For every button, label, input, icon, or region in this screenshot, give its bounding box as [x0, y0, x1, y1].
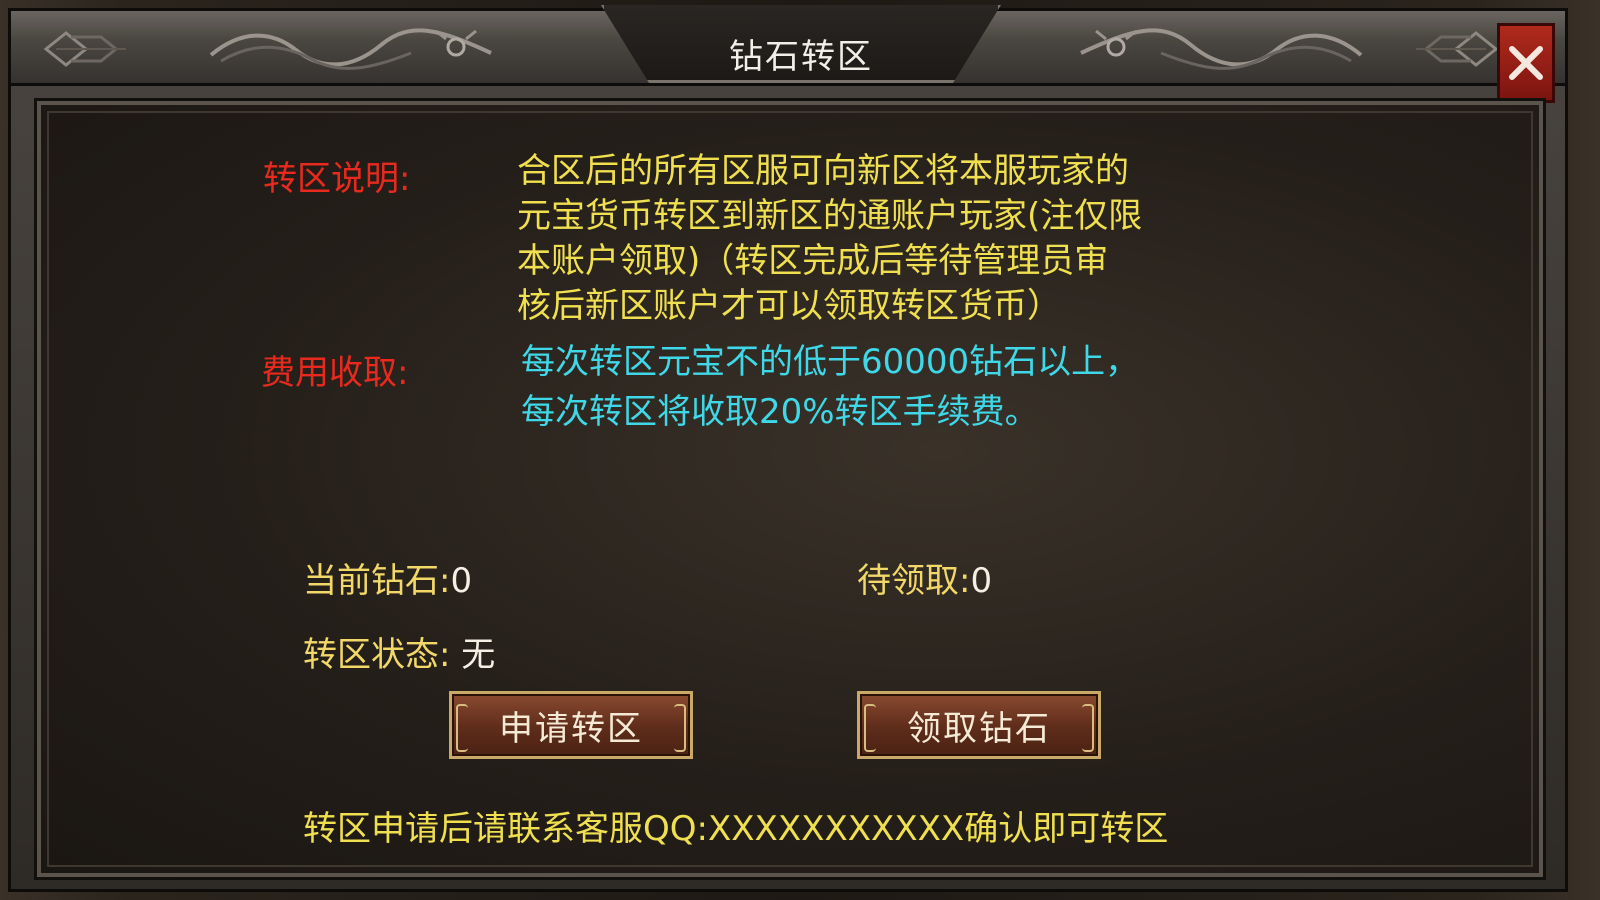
transfer-description-text: 合区后的所有区服可向新区将本服玩家的 元宝货币转区到新区的通账户玩家(注仅限 本… — [517, 149, 1142, 329]
button-ornament — [1082, 704, 1094, 752]
fee-line: 每次转区将收取20%转区手续费。 — [521, 392, 1039, 432]
pending-label: 待领取: — [857, 561, 971, 601]
knot-ornament-icon — [43, 31, 126, 67]
pending-claim: 待领取:0 — [857, 553, 992, 602]
fee-label: 费用收取: — [261, 353, 409, 393]
button-ornament — [864, 704, 876, 752]
transfer-line: 核后新区账户才可以领取转区货币） — [517, 286, 1061, 326]
title-bar[interactable]: 钻石转区 — [11, 5, 1565, 86]
window-title: 钻石转区 — [729, 37, 873, 77]
current-diamonds: 当前钻石:0 — [303, 553, 472, 602]
button-ornament — [674, 704, 686, 752]
transfer-line: 合区后的所有区服可向新区将本服玩家的 — [517, 151, 1129, 191]
transfer-line: 本账户领取)（转区完成后等待管理员审 — [517, 241, 1109, 281]
close-button[interactable] — [1497, 23, 1555, 103]
diamond-transfer-dialog: 钻石转区 转区说明: 合区后的所有区服可向新区将本服玩家的 元宝货币转区到新区的… — [8, 5, 1568, 892]
current-diamonds-label: 当前钻石: — [303, 561, 451, 601]
claim-diamonds-label: 领取钻石 — [907, 708, 1051, 749]
close-icon — [1509, 46, 1543, 80]
dragon-ornament-icon — [209, 28, 492, 70]
transfer-line: 元宝货币转区到新区的通账户玩家(注仅限 — [517, 196, 1143, 236]
apply-transfer-label: 申请转区 — [499, 708, 643, 749]
current-diamonds-value: 0 — [450, 561, 473, 601]
pending-value: 0 — [970, 561, 993, 601]
transfer-status-value: 无 — [461, 635, 496, 675]
transfer-status: 转区状态: 无 — [303, 627, 495, 676]
transfer-description-label: 转区说明: — [263, 159, 411, 199]
dragon-ornament-icon — [1080, 28, 1363, 70]
dialog-content: 转区说明: 合区后的所有区服可向新区将本服玩家的 元宝货币转区到新区的通账户玩家… — [34, 98, 1546, 880]
transfer-status-label: 转区状态: — [303, 635, 451, 675]
contact-note: 转区申请后请联系客服QQ:XXXXXXXXXXX确认即可转区 — [303, 809, 1169, 849]
fee-text: 每次转区元宝不的低于60000钻石以上， 每次转区将收取20%转区手续费。 — [521, 337, 1139, 437]
fee-line: 每次转区元宝不的低于60000钻石以上， — [521, 342, 1140, 382]
apply-transfer-button[interactable]: 申请转区 — [449, 691, 693, 759]
knot-ornament-icon — [1416, 31, 1499, 67]
button-ornament — [456, 704, 468, 752]
claim-diamonds-button[interactable]: 领取钻石 — [857, 691, 1101, 759]
